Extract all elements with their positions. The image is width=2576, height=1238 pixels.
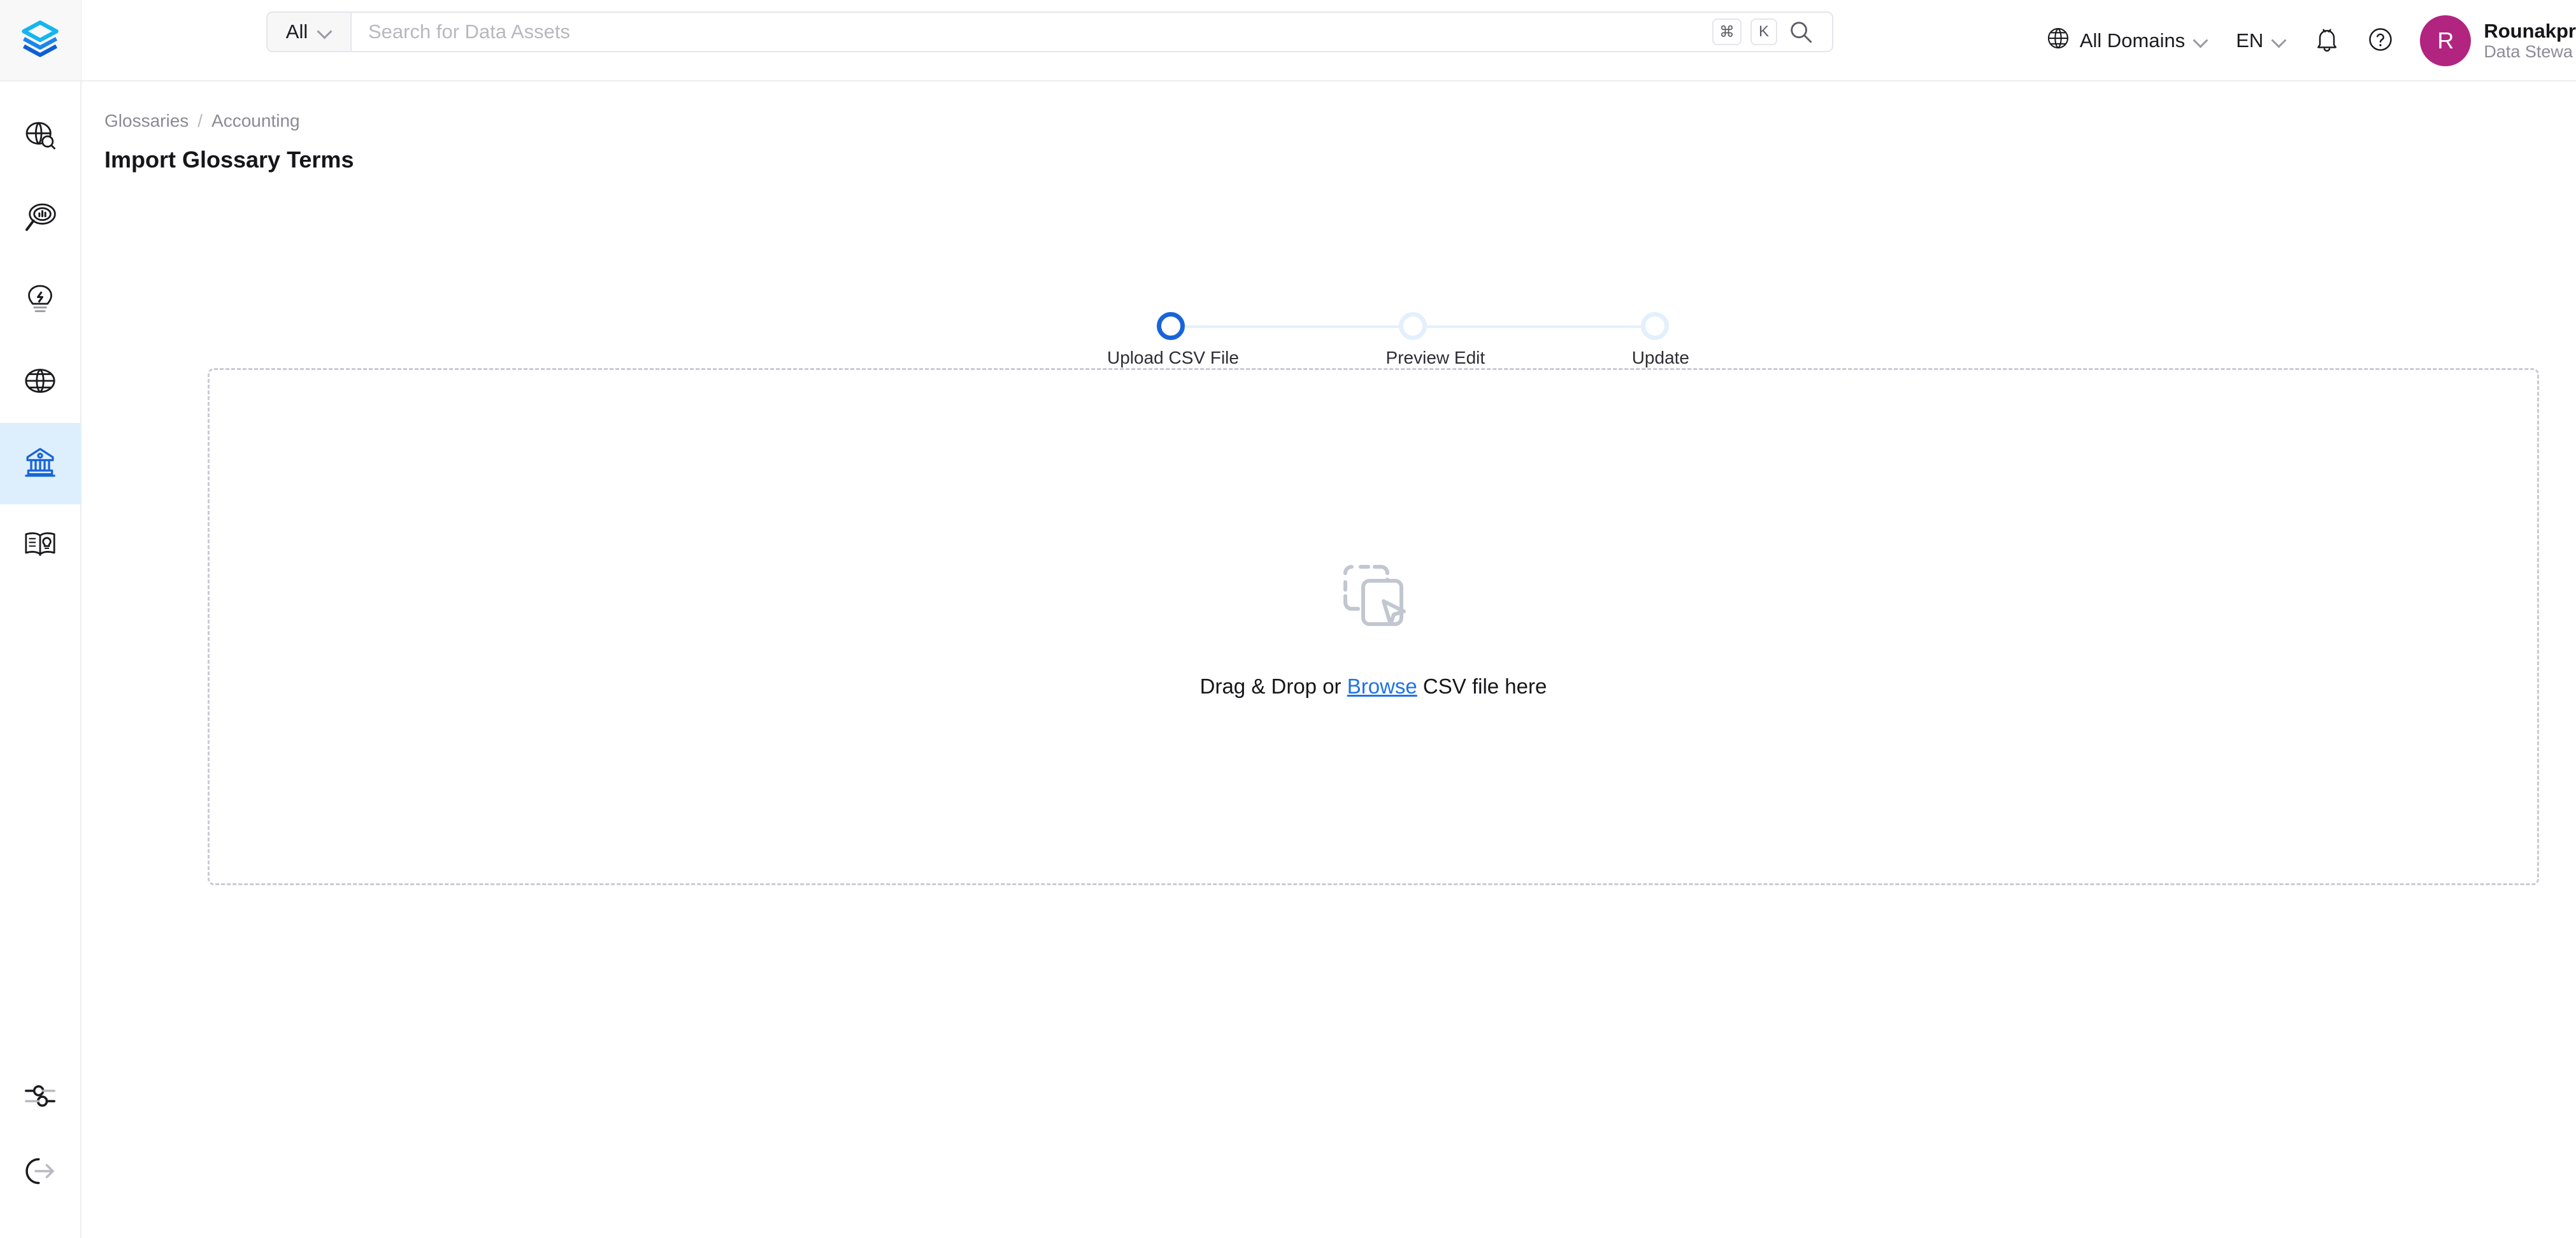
sidebar-item-observability[interactable] bbox=[0, 178, 81, 260]
globe-icon bbox=[2045, 25, 2071, 56]
sidebar-item-settings[interactable] bbox=[0, 1060, 81, 1135]
search-affordances: ⌘ K bbox=[1712, 13, 1832, 51]
shortcut-key-k: K bbox=[1750, 18, 1777, 45]
drag-drop-file-icon bbox=[1335, 555, 1412, 635]
chevron-down-icon bbox=[2272, 34, 2286, 48]
chevron-down-icon bbox=[318, 25, 332, 39]
top-header: All ⌘ K bbox=[82, 0, 2576, 82]
shortcut-key-command: ⌘ bbox=[1712, 18, 1742, 45]
open-book-icon bbox=[22, 526, 58, 565]
language-selector[interactable]: EN bbox=[2222, 0, 2300, 82]
globe-search-icon bbox=[22, 118, 58, 157]
avatar: R bbox=[2420, 15, 2472, 66]
logout-arrow-icon bbox=[22, 1153, 58, 1192]
step-label-update: Update bbox=[1631, 348, 1689, 367]
lightbulb-icon bbox=[22, 281, 58, 320]
step-dot-update[interactable] bbox=[1641, 312, 1669, 340]
domain-selector[interactable]: All Domains bbox=[2031, 0, 2222, 82]
sidebar-item-logout[interactable] bbox=[0, 1135, 81, 1210]
stepper-labels: Upload CSV File Preview Edit Update bbox=[1107, 348, 1689, 368]
step-label-upload-csv-file: Upload CSV File bbox=[1107, 348, 1239, 367]
app-logo[interactable] bbox=[0, 0, 81, 82]
step-dot-upload-csv-file[interactable] bbox=[1157, 312, 1185, 340]
notifications-button[interactable] bbox=[2300, 0, 2354, 82]
sidebar-item-glossary[interactable] bbox=[0, 504, 81, 586]
bell-icon bbox=[2313, 25, 2341, 57]
user-role: Data Stewa bbox=[2484, 42, 2573, 62]
user-name: Rounakpr bbox=[2484, 19, 2576, 42]
page-title: Import Glossary Terms bbox=[104, 146, 354, 173]
sidebar-secondary-nav bbox=[0, 1060, 81, 1238]
breadcrumb-separator: / bbox=[197, 111, 203, 131]
user-info: Rounakpr Data Stewa bbox=[2484, 20, 2576, 62]
user-profile-menu[interactable]: R Rounakpr Data Stewa bbox=[2407, 15, 2576, 66]
globe-icon bbox=[22, 363, 58, 402]
search-scope-label: All bbox=[285, 20, 308, 43]
sidebar-primary-nav bbox=[0, 97, 81, 586]
chevron-down-icon bbox=[2194, 34, 2208, 48]
question-circle-icon bbox=[2366, 25, 2394, 57]
sidebar-item-explore[interactable] bbox=[0, 97, 81, 178]
bank-icon bbox=[22, 445, 58, 483]
domain-selector-label: All Domains bbox=[2079, 29, 2186, 52]
breadcrumb-item-accounting[interactable]: Accounting bbox=[211, 111, 300, 131]
language-selector-label: EN bbox=[2236, 29, 2264, 52]
dropzone-text-after: CSV file here bbox=[1417, 674, 1547, 698]
dropzone-text-before: Drag & Drop or bbox=[1199, 674, 1347, 698]
csv-dropzone[interactable]: Drag & Drop or Browse CSV file here bbox=[208, 368, 2539, 885]
help-button[interactable] bbox=[2354, 0, 2407, 82]
step-label-preview-edit: Preview Edit bbox=[1385, 348, 1485, 367]
search-scope-dropdown[interactable]: All bbox=[268, 13, 352, 51]
breadcrumb: Glossaries / Accounting bbox=[104, 111, 300, 131]
header-right-group: All Domains EN R Rounakpr Data Stewa bbox=[2031, 0, 2576, 82]
main-content: Glossaries / Accounting Import Glossary … bbox=[82, 83, 2576, 1238]
search-icon[interactable] bbox=[1786, 17, 1815, 46]
sliders-icon bbox=[22, 1078, 58, 1117]
global-search-bar: All ⌘ K bbox=[266, 11, 1833, 52]
sidebar-item-govern[interactable] bbox=[0, 423, 81, 504]
magnifier-chart-icon bbox=[22, 200, 58, 239]
dropzone-instruction: Drag & Drop or Browse CSV file here bbox=[1200, 674, 1547, 699]
breadcrumb-item-glossaries[interactable]: Glossaries bbox=[104, 111, 189, 131]
app-root: All ⌘ K bbox=[0, 0, 2576, 1238]
sidebar-item-domains[interactable] bbox=[0, 341, 81, 423]
stepper-track bbox=[1157, 312, 1669, 340]
search-input[interactable] bbox=[352, 13, 1712, 51]
browse-link[interactable]: Browse bbox=[1347, 674, 1417, 698]
openmetadata-layers-logo-icon bbox=[22, 20, 59, 57]
step-dot-preview-edit[interactable] bbox=[1399, 312, 1427, 340]
left-sidebar bbox=[0, 0, 82, 1238]
sidebar-item-insights[interactable] bbox=[0, 260, 81, 341]
